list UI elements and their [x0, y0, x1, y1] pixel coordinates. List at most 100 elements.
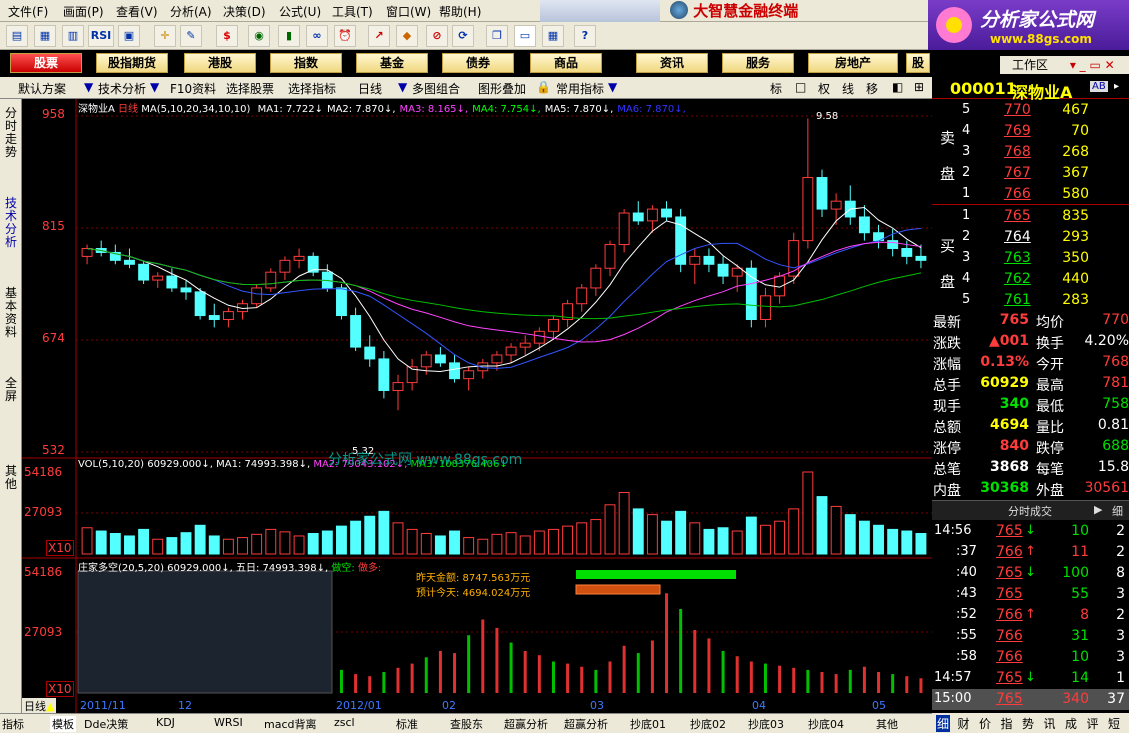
- tab-intraday[interactable]: 分时走势: [3, 107, 19, 159]
- tick-price[interactable]: 766: [996, 649, 1023, 665]
- diamond-icon[interactable]: ◆: [396, 25, 418, 47]
- tick-price[interactable]: 766: [996, 607, 1023, 623]
- level-price[interactable]: 762: [1004, 271, 1031, 287]
- menu-view[interactable]: 查看(V): [116, 3, 158, 20]
- level-price[interactable]: 761: [1004, 292, 1031, 308]
- tab-technical[interactable]: 技术分析: [3, 197, 19, 249]
- quote-tab[interactable]: 细: [936, 715, 951, 732]
- indicator-tab[interactable]: WRSI: [214, 716, 243, 729]
- grid-icon[interactable]: ▦: [542, 25, 564, 47]
- quote-tab[interactable]: 价: [979, 715, 991, 732]
- eye-icon[interactable]: ◉: [248, 25, 270, 47]
- period-button[interactable]: 日线▲: [22, 698, 57, 714]
- mode-btn-rights[interactable]: 权: [818, 80, 830, 97]
- level-price[interactable]: 769: [1004, 123, 1031, 139]
- level-price[interactable]: 763: [1004, 250, 1031, 266]
- indicator-tab[interactable]: 抄底02: [690, 716, 726, 732]
- period-select[interactable]: 日线: [358, 80, 382, 97]
- quote-tab[interactable]: 成: [1065, 715, 1077, 732]
- order-icon[interactable]: ▣: [118, 25, 140, 47]
- menu-view-screen[interactable]: 画面(P): [63, 3, 104, 20]
- indicator-tab[interactable]: 抄底03: [748, 716, 784, 732]
- indicator-tab[interactable]: 其他: [876, 716, 898, 732]
- select-indicator-button[interactable]: 选择指标: [288, 80, 336, 97]
- scroll-right-icon[interactable]: ▸: [1114, 81, 1119, 92]
- kline-icon[interactable]: ▥: [62, 25, 84, 47]
- arrow-icon[interactable]: ↗: [368, 25, 390, 47]
- crosshair-icon[interactable]: ✛: [154, 25, 176, 47]
- menu-file[interactable]: 文件(F): [8, 3, 48, 20]
- bars-icon[interactable]: ▮: [278, 25, 300, 47]
- tick-price[interactable]: 766: [996, 544, 1023, 560]
- nav-index[interactable]: 指数: [270, 53, 342, 73]
- mode-btn-grid[interactable]: ⊞: [914, 80, 924, 94]
- level-price[interactable]: 764: [1004, 229, 1031, 245]
- nav-news[interactable]: 资讯: [636, 53, 708, 73]
- dropdown-arrow-icon[interactable]: ▼: [608, 80, 617, 94]
- tick-price[interactable]: 765: [996, 565, 1023, 581]
- tick-price[interactable]: 765: [996, 670, 1023, 686]
- quote-tab[interactable]: 短: [1108, 715, 1120, 732]
- mode-btn-mark[interactable]: 标: [770, 80, 782, 97]
- dropdown-arrow-icon[interactable]: ▼: [150, 80, 159, 94]
- chart-icon[interactable]: ▦: [34, 25, 56, 47]
- menu-window[interactable]: 窗口(W): [386, 3, 431, 20]
- nav-funds[interactable]: 基金: [356, 53, 428, 73]
- level-price[interactable]: 765: [1004, 208, 1031, 224]
- search-icon[interactable]: ⊘: [426, 25, 448, 47]
- tech-analysis-button[interactable]: 技术分析: [98, 80, 146, 97]
- indicator-tab[interactable]: 抄底01: [630, 716, 666, 732]
- menu-help[interactable]: 帮助(H): [439, 3, 481, 20]
- mode-btn-line[interactable]: 线: [842, 80, 854, 97]
- nav-bonds[interactable]: 债券: [442, 53, 514, 73]
- indicator-tab[interactable]: 超赢分析: [504, 716, 548, 732]
- menu-tools[interactable]: 工具(T): [332, 3, 373, 20]
- ticks-detail-button[interactable]: 细: [1112, 503, 1123, 519]
- mode-btn-box[interactable]: □: [795, 80, 806, 94]
- nav-index-futures[interactable]: 股指期货: [96, 53, 168, 73]
- window-controls-icon[interactable]: ▾ _ ▭ ✕: [1070, 58, 1115, 72]
- nav-invest[interactable]: 股票: [906, 53, 930, 73]
- indicator-tab[interactable]: Dde决策: [84, 716, 128, 732]
- level-price[interactable]: 766: [1004, 186, 1031, 202]
- tick-price[interactable]: 765: [996, 523, 1023, 539]
- nav-service[interactable]: 服务: [722, 53, 794, 73]
- tab-fundamental[interactable]: 基本资料: [3, 287, 19, 339]
- dropdown-arrow-icon[interactable]: ▼: [398, 80, 407, 94]
- indicator-tab[interactable]: 超赢分析: [564, 716, 608, 732]
- help-icon[interactable]: ?: [574, 25, 596, 47]
- quote-tab[interactable]: 指: [1001, 715, 1013, 732]
- tick-price[interactable]: 765: [996, 586, 1023, 602]
- indicator-tab[interactable]: 标准: [396, 716, 418, 732]
- dollar-icon[interactable]: $: [216, 25, 238, 47]
- chart-area[interactable]: 深物业A 日线 MA(5,10,20,34,10,10) MA1: 7.722↓…: [22, 99, 932, 714]
- play-icon[interactable]: ▶: [1094, 503, 1102, 516]
- refresh-icon[interactable]: ⟳: [452, 25, 474, 47]
- level-price[interactable]: 768: [1004, 144, 1031, 160]
- mode-btn-move[interactable]: 移: [866, 80, 878, 97]
- rsi-icon[interactable]: RSI: [88, 25, 114, 47]
- copy-icon[interactable]: ❐: [486, 25, 508, 47]
- nav-stocks[interactable]: 股票: [10, 53, 82, 73]
- layout-icon[interactable]: ▭: [514, 25, 536, 47]
- indicator-tab[interactable]: 抄底04: [808, 716, 844, 732]
- quote-tab[interactable]: 评: [1087, 715, 1099, 732]
- mode-btn-layout[interactable]: ◧: [892, 80, 903, 94]
- scheme-select[interactable]: 默认方案: [18, 80, 66, 97]
- multi-chart-button[interactable]: 多图组合: [412, 80, 460, 97]
- level-price[interactable]: 767: [1004, 165, 1031, 181]
- chart-canvas[interactable]: [22, 99, 932, 713]
- binoculars-icon[interactable]: ∞: [306, 25, 328, 47]
- alarm-icon[interactable]: ⏰: [334, 25, 356, 47]
- tab-other[interactable]: 其他: [3, 465, 19, 491]
- ruler-icon[interactable]: ✎: [180, 25, 202, 47]
- quote-tab[interactable]: 势: [1022, 715, 1034, 732]
- indicator-tab[interactable]: 指标: [2, 716, 24, 732]
- menu-decision[interactable]: 决策(D): [223, 3, 266, 20]
- tick-price[interactable]: 765: [996, 691, 1023, 707]
- nav-commodity[interactable]: 商品: [530, 53, 602, 73]
- indicator-tab[interactable]: zscl: [334, 716, 355, 729]
- indicator-tab[interactable]: 模板: [50, 716, 76, 732]
- level-price[interactable]: 770: [1004, 102, 1031, 118]
- menu-formula[interactable]: 公式(U): [279, 3, 321, 20]
